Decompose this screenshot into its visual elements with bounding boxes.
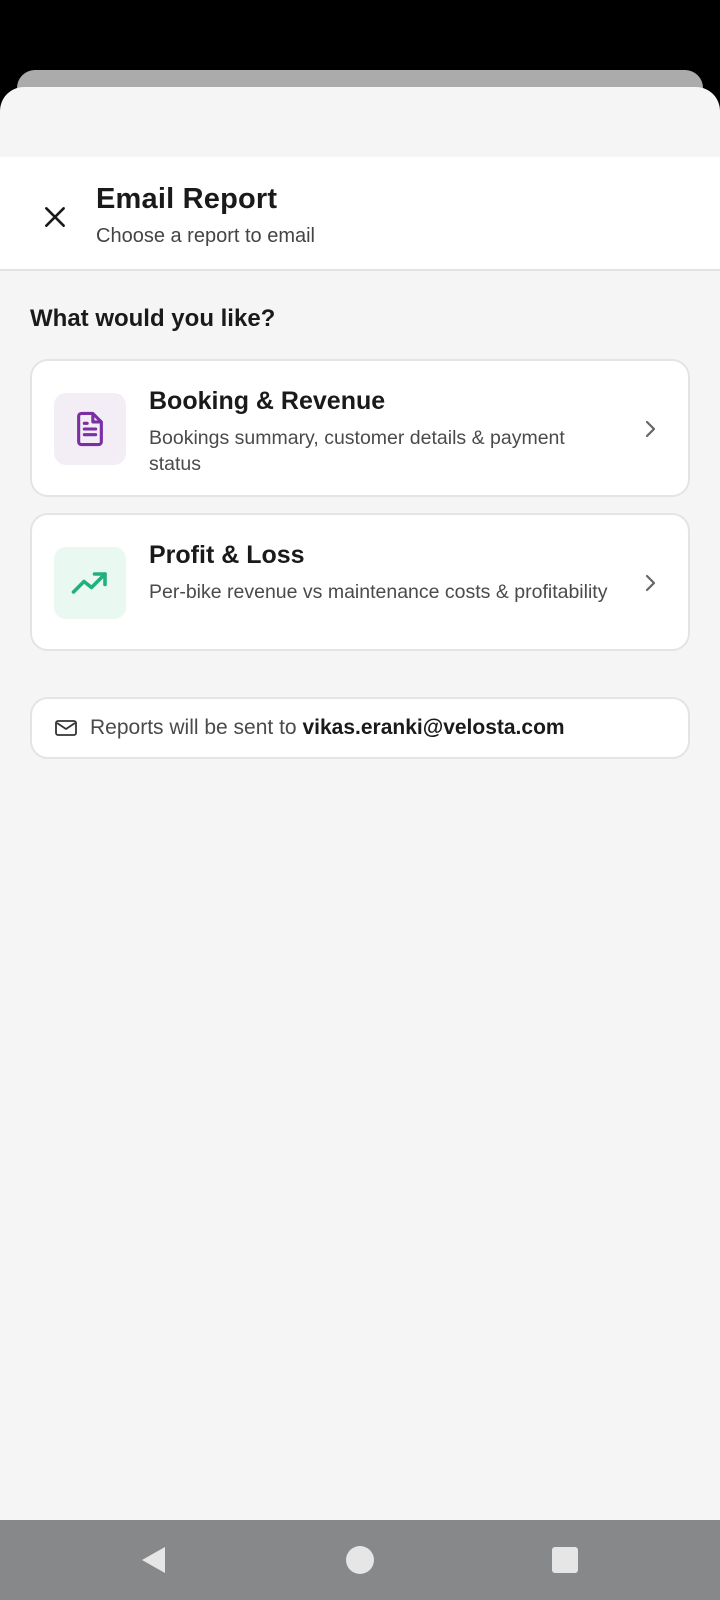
document-icon — [77, 411, 103, 447]
nav-home-button[interactable] — [320, 1520, 400, 1600]
home-icon — [346, 1546, 374, 1574]
screen: Email Report Choose a report to email Wh… — [0, 0, 720, 1600]
report-card-booking-revenue[interactable]: Booking & Revenue Bookings summary, cust… — [30, 359, 690, 497]
page-subtitle: Choose a report to email — [96, 225, 316, 247]
recipient-info: Reports will be sent to vikas.eranki@vel… — [30, 697, 690, 759]
trending-up-icon — [71, 572, 107, 594]
chevron-right-icon — [645, 574, 656, 592]
page-title: Email Report — [96, 183, 278, 215]
recipient-prefix: Reports will be sent to — [90, 716, 297, 739]
card-icon-container — [54, 393, 126, 465]
chevron-right-icon — [645, 420, 656, 438]
sheet-header: Email Report Choose a report to email — [0, 157, 720, 271]
system-navigation-bar — [0, 1520, 720, 1600]
card-icon-container — [54, 547, 126, 619]
card-description: Per-bike revenue vs maintenance costs & … — [149, 581, 608, 603]
card-title: Profit & Loss — [149, 541, 305, 569]
report-card-profit-loss[interactable]: Profit & Loss Per-bike revenue vs mainte… — [30, 513, 690, 651]
close-icon — [45, 207, 65, 227]
mail-icon — [55, 720, 77, 736]
email-report-sheet: Email Report Choose a report to email Wh… — [0, 87, 720, 1520]
card-title: Booking & Revenue — [149, 387, 386, 415]
section-title: What would you like? — [30, 305, 276, 332]
recipient-text: Reports will be sent to vikas.eranki@vel… — [90, 716, 565, 740]
card-description: Bookings summary, customer details & pay… — [149, 427, 565, 475]
recents-icon — [552, 1547, 578, 1573]
nav-recents-button[interactable] — [525, 1520, 605, 1600]
close-button[interactable] — [30, 192, 80, 242]
nav-back-button[interactable] — [113, 1520, 193, 1600]
recipient-email: vikas.eranki@velosta.com — [302, 716, 565, 739]
back-icon — [142, 1547, 165, 1573]
